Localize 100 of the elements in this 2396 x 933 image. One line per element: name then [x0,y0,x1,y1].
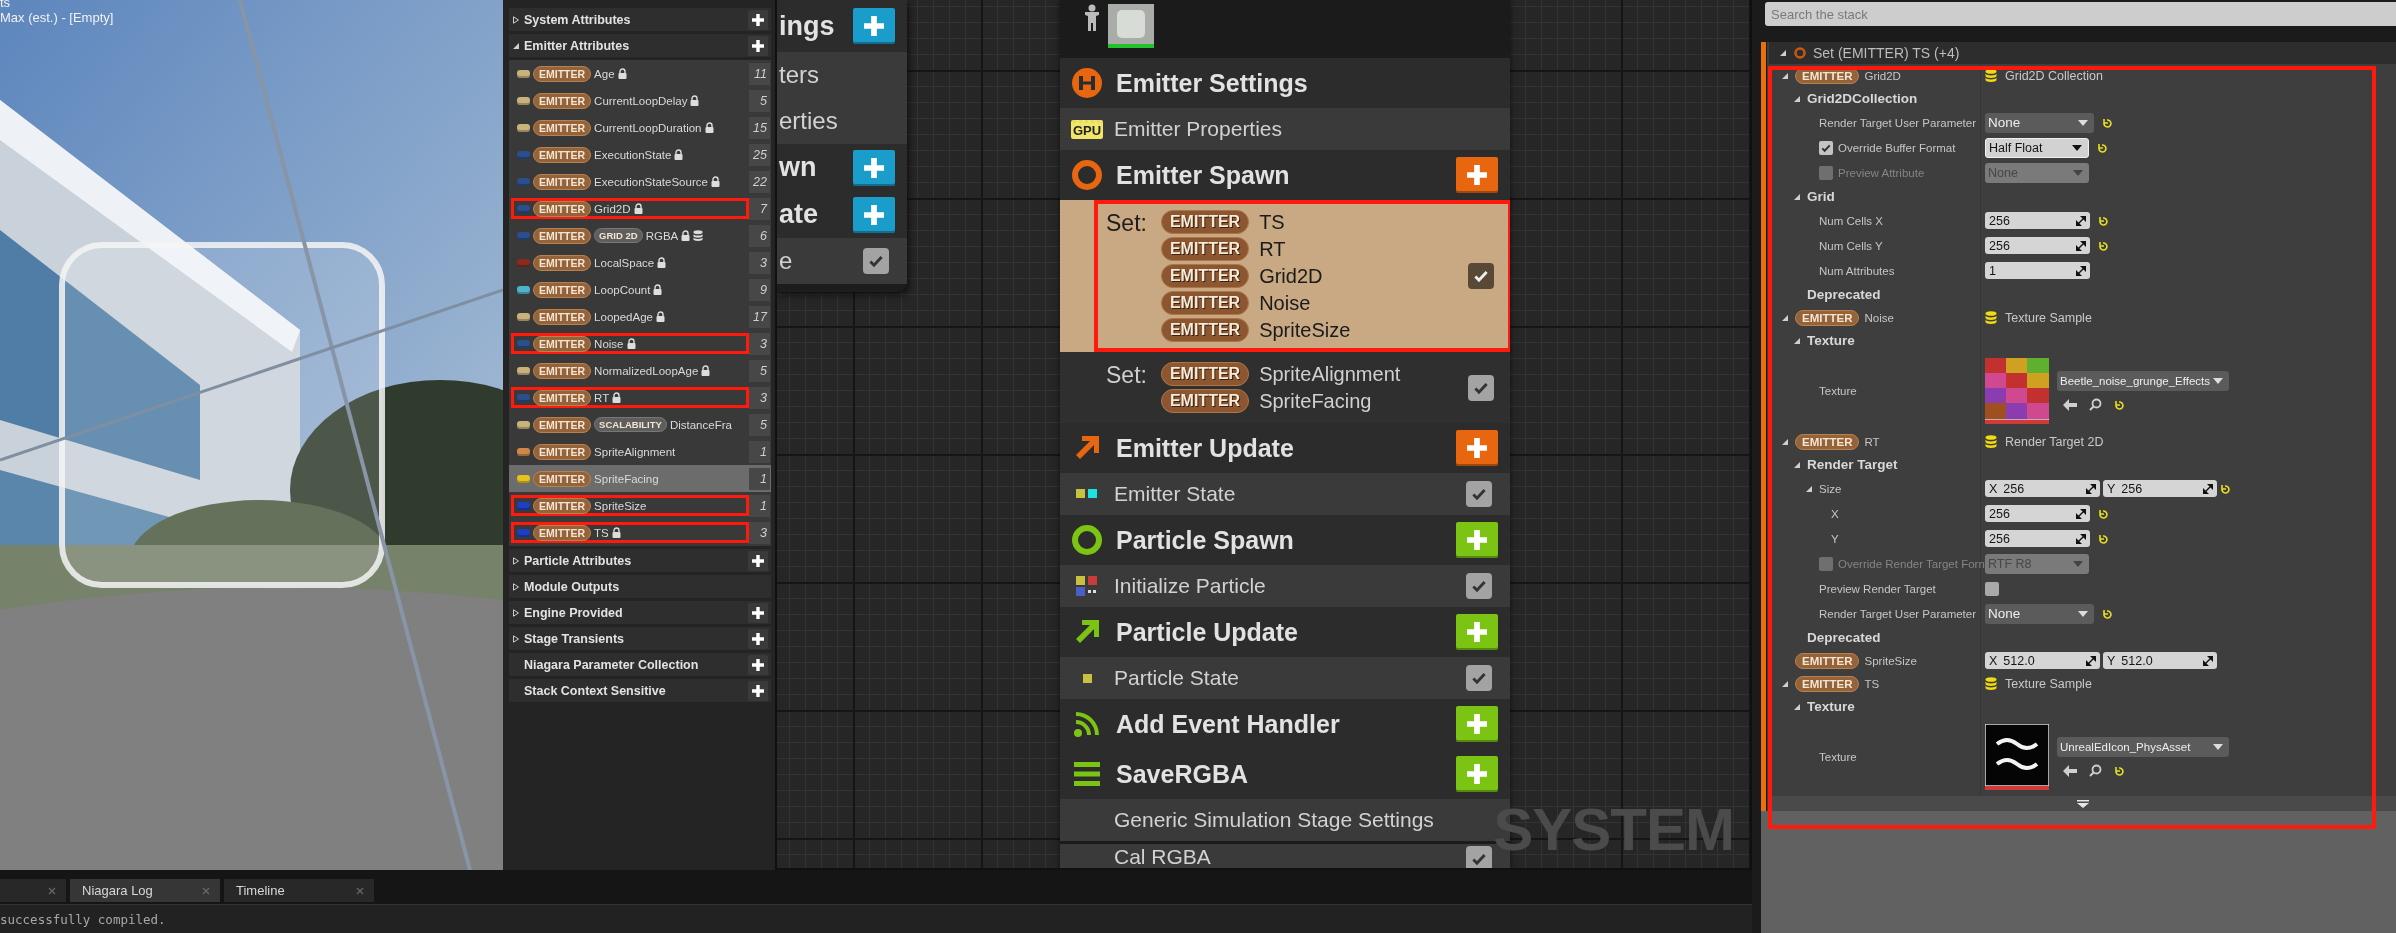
add-button[interactable] [1456,157,1498,193]
person-icon [1084,4,1100,32]
stage-header[interactable]: Particle Spawn [1060,515,1510,565]
plus-icon [1467,622,1487,642]
number-field[interactable]: X 512.0 [1985,652,2100,669]
section-header[interactable]: Module Outputs [509,575,771,598]
search-field[interactable]: Search the stack [1765,2,2396,26]
module-row[interactable]: e [777,238,907,284]
stage-header[interactable]: Emitter Spawn [1060,150,1510,200]
parameter-row[interactable]: EMITTER ExecutionStateSource 22 [509,168,771,195]
parameter-row[interactable]: EMITTER Age 11 [509,60,771,87]
parameter-name: TS [1259,210,1285,234]
add-button[interactable] [748,550,768,571]
number-field[interactable]: Y 512.0 [2103,652,2217,669]
add-button[interactable] [853,196,895,233]
lock-icon [704,122,714,133]
parameter-row[interactable]: EMITTER SpriteSize 1 [509,492,771,519]
module-row[interactable]: Initialize Particle [1060,565,1510,607]
checkbox[interactable] [1985,581,1999,596]
enable-checkbox[interactable] [1468,263,1494,289]
parameter-row[interactable]: EMITTER RT 3 [509,384,771,411]
section-header[interactable]: Emitter Attributes [509,34,771,57]
module-row[interactable]: ters [777,52,907,98]
dropdown[interactable]: None [1985,603,2094,624]
number-field[interactable]: 256 [1985,505,2090,522]
add-button[interactable] [853,149,895,186]
add-button[interactable] [748,602,768,623]
add-button[interactable] [748,35,768,56]
system-node[interactable]: ings ters erties wn ate e [777,0,907,292]
number-field[interactable]: X 256 [1985,480,2100,497]
parameter-row[interactable]: EMITTER GRID 2D RGBA 6 [509,222,771,249]
module-row[interactable]: Particle State [1060,657,1510,699]
module-row[interactable]: Emitter State [1060,473,1510,515]
plus-icon [752,658,764,671]
enable-checkbox[interactable] [1466,846,1492,868]
dropdown[interactable]: None [1985,112,2094,133]
dropdown[interactable]: Half Float [1985,137,2089,158]
number-field[interactable]: 256 [1985,530,2090,547]
module-row[interactable]: GPU Emitter Properties [1060,108,1510,150]
parameter-row[interactable]: EMITTER CurrentLoopDelay 5 [509,87,771,114]
section-header[interactable]: Engine Provided [509,601,771,624]
property-label: Num Cells X [1819,214,1883,227]
spinner-icon [2076,215,2086,226]
stage-header[interactable]: SaveRGBA [1060,749,1510,799]
stage-header[interactable]: Emitter Update [1060,423,1510,473]
parameter-row[interactable]: EMITTER SpriteAlignment 1 [509,438,771,465]
stage-header[interactable]: Particle Update [1060,607,1510,657]
add-button[interactable] [748,9,768,30]
enable-checkbox[interactable] [1466,481,1492,507]
module-row[interactable]: Set: EMITTER TS EMITTER RT EMITTER Grid2D EMITTER Noise EMITTER SpriteSize [1060,200,1510,352]
stack-header[interactable]: Set (EMITTER) TS (+4) [1769,42,2396,64]
asset-dropdown[interactable]: UnrealEdIcon_PhysAsset [2057,737,2229,757]
stage-title: wn [779,152,818,183]
parameter-row[interactable]: EMITTER LoopCount 9 [509,276,771,303]
section-header[interactable]: Niagara Parameter Collection [509,653,771,676]
parameter-row[interactable]: EMITTER LocalSpace 3 [509,249,771,276]
add-button[interactable] [748,680,768,701]
parameter-row[interactable]: EMITTER SpriteFacing 1 [509,465,771,492]
parameter-row[interactable]: EMITTER Grid2D 7 [509,195,771,222]
number-field[interactable]: 256 [1985,212,2090,229]
checkbox[interactable] [1819,140,1833,155]
section-header[interactable]: System Attributes [509,8,771,31]
number-field[interactable]: 1 [1985,262,2090,279]
enable-checkbox[interactable] [863,248,889,274]
parameter-row[interactable]: EMITTER LoopedAge 17 [509,303,771,330]
number-field[interactable]: Y 256 [2103,480,2217,497]
stage-header[interactable]: Add Event Handler [1060,699,1510,749]
tab[interactable]: Niagara Log [70,879,220,902]
parameter-row[interactable]: EMITTER ExecutionState 25 [509,141,771,168]
property-label: Preview Render Target [1819,582,1936,595]
lock-icon [681,230,691,241]
module-row[interactable]: Set: EMITTER SpriteAlignment EMITTER SpriteFacing [1060,352,1510,423]
number-field[interactable]: 256 [1985,237,2090,254]
section-header[interactable]: Stack Context Sensitive [509,679,771,702]
category-title: Deprecated [1807,287,1881,302]
module-row[interactable]: erties [777,98,907,144]
parameter-row[interactable]: EMITTER NormalizedLoopAge 5 [509,357,771,384]
parameter-row[interactable]: EMITTER CurrentLoopDuration 15 [509,114,771,141]
parameter-row[interactable]: EMITTER Noise 3 [509,330,771,357]
asset-dropdown[interactable]: Beetle_noise_grunge_Effects [2057,371,2229,391]
parameter-row[interactable]: EMITTER TS 3 [509,519,771,546]
usage-count: 3 [749,521,770,544]
graph-canvas[interactable] [775,0,1752,870]
parameter-row[interactable]: EMITTER SCALABILITY DistanceFra 5 [509,411,771,438]
tab[interactable]: Timeline [224,879,374,902]
enable-checkbox[interactable] [1466,665,1492,691]
stage-header[interactable]: wn [777,144,907,191]
stage-header[interactable]: ings [777,0,907,52]
section-header[interactable]: Particle Attributes [509,549,771,572]
add-button[interactable] [1456,430,1498,466]
stage-header[interactable]: ate [777,191,907,238]
plus-icon [752,632,764,645]
enable-checkbox[interactable] [1466,573,1492,599]
module-row[interactable]: Generic Simulation Stage Settings [1060,799,1510,841]
section-header[interactable]: Stage Transients [509,627,771,650]
module-row[interactable]: Cal RGBA [1060,841,1510,868]
enable-checkbox[interactable] [1468,374,1494,401]
add-button[interactable] [748,628,768,649]
stage-header[interactable]: Emitter Settings [1060,58,1510,108]
add-button[interactable] [748,654,768,675]
